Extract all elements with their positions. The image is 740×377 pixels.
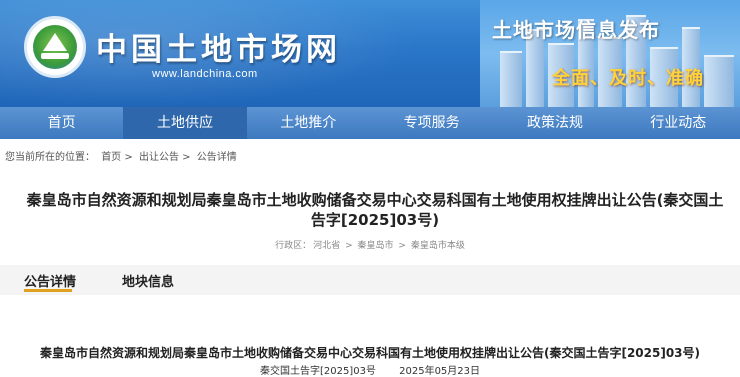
region-label: 行政区： <box>275 241 312 251</box>
header-banner: 土地市场信息发布 全面、及时、准确 <box>480 0 740 107</box>
region-district: 秦皇岛市本级 <box>410 241 465 251</box>
site-header: 中国土地市场网 www.landchina.com 土地市场信息发布 全面、及时… <box>0 0 740 107</box>
announcement-meta: 秦交国土告字[2025]03号 2025年05月23日 <box>0 362 740 377</box>
breadcrumb-prefix: 您当前所在的位置： <box>5 152 95 163</box>
tab-announcement-details[interactable]: 公告详情 <box>24 271 76 290</box>
active-tab-indicator <box>24 289 72 292</box>
breadcrumb-separator: > <box>124 152 133 163</box>
banner-slogan: 全面、及时、准确 <box>552 68 704 89</box>
nav-item-industry-news[interactable]: 行业动态 <box>617 107 740 139</box>
breadcrumb: 您当前所在的位置： 首页 > 出让公告 > 公告详情 <box>5 148 240 163</box>
building-icon <box>500 51 522 107</box>
nav-item-policies[interactable]: 政策法规 <box>493 107 616 139</box>
breadcrumb-announcements-link[interactable]: 出让公告 <box>139 152 179 163</box>
logo-emblem-icon <box>33 25 77 69</box>
site-logo[interactable] <box>24 16 86 78</box>
building-icon <box>704 55 734 107</box>
tab-parcel-info[interactable]: 地块信息 <box>122 271 174 290</box>
region-separator: > <box>398 241 406 251</box>
page-title: 秦皇岛市自然资源和规划局秦皇岛市土地收购储备交易中心交易科国有土地使用权挂牌出让… <box>26 191 724 229</box>
nav-item-land-promotion[interactable]: 土地推介 <box>247 107 370 139</box>
nav-item-special-services[interactable]: 专项服务 <box>370 107 493 139</box>
banner-title: 土地市场信息发布 <box>492 18 660 42</box>
region-separator: > <box>345 241 353 251</box>
region-path: 行政区： 河北省 > 秦皇岛市 > 秦皇岛市本级 <box>0 238 740 251</box>
detail-tabs: 公告详情 地块信息 <box>0 265 740 295</box>
region-city: 秦皇岛市 <box>357 241 394 251</box>
region-province: 河北省 <box>313 241 341 251</box>
breadcrumb-separator: > <box>182 152 191 163</box>
content-title: 秦皇岛市自然资源和规划局秦皇岛市土地收购储备交易中心交易科国有土地使用权挂牌出让… <box>39 346 701 360</box>
publish-date: 2025年05月23日 <box>399 366 481 377</box>
nav-item-home[interactable]: 首页 <box>0 107 123 139</box>
main-nav: 首页 土地供应 土地推介 专项服务 政策法规 行业动态 <box>0 107 740 139</box>
site-url: www.landchina.com <box>152 68 258 80</box>
breadcrumb-home-link[interactable]: 首页 <box>101 152 121 163</box>
site-title: 中国土地市场网 <box>96 32 341 68</box>
doc-number: 秦交国土告字[2025]03号 <box>259 366 376 377</box>
breadcrumb-current: 公告详情 <box>196 152 237 163</box>
nav-item-land-supply[interactable]: 土地供应 <box>123 107 247 139</box>
